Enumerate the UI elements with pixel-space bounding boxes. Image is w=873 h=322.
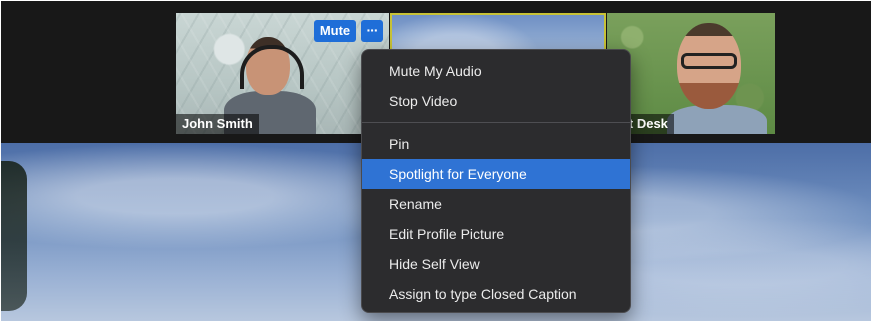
tree-silhouette bbox=[1, 161, 27, 311]
video-tile-john-smith[interactable]: John Smith bbox=[176, 13, 389, 134]
meeting-window: John Smith Mute ··· ont Desk Mute My Aud… bbox=[1, 1, 871, 321]
headset-icon bbox=[240, 45, 304, 89]
menu-item-mute-my-audio[interactable]: Mute My Audio bbox=[362, 56, 630, 86]
menu-divider bbox=[362, 122, 630, 123]
glasses-icon bbox=[681, 53, 737, 69]
mute-button[interactable]: Mute bbox=[314, 20, 356, 42]
more-options-button[interactable]: ··· bbox=[361, 20, 383, 42]
menu-item-spotlight-for-everyone[interactable]: Spotlight for Everyone bbox=[362, 159, 630, 189]
menu-item-rename[interactable]: Rename bbox=[362, 189, 630, 219]
menu-item-hide-self-view[interactable]: Hide Self View bbox=[362, 249, 630, 279]
ellipsis-icon: ··· bbox=[366, 22, 379, 38]
video-tile-front-desk[interactable]: ont Desk bbox=[607, 13, 775, 134]
menu-item-stop-video[interactable]: Stop Video bbox=[362, 86, 630, 116]
menu-item-assign-closed-caption[interactable]: Assign to type Closed Caption bbox=[362, 279, 630, 309]
menu-item-edit-profile-picture[interactable]: Edit Profile Picture bbox=[362, 219, 630, 249]
menu-item-pin[interactable]: Pin bbox=[362, 129, 630, 159]
participant-context-menu: Mute My Audio Stop Video Pin Spotlight f… bbox=[361, 49, 631, 313]
participant-name-label: John Smith bbox=[176, 114, 259, 134]
participant-body bbox=[667, 105, 767, 134]
